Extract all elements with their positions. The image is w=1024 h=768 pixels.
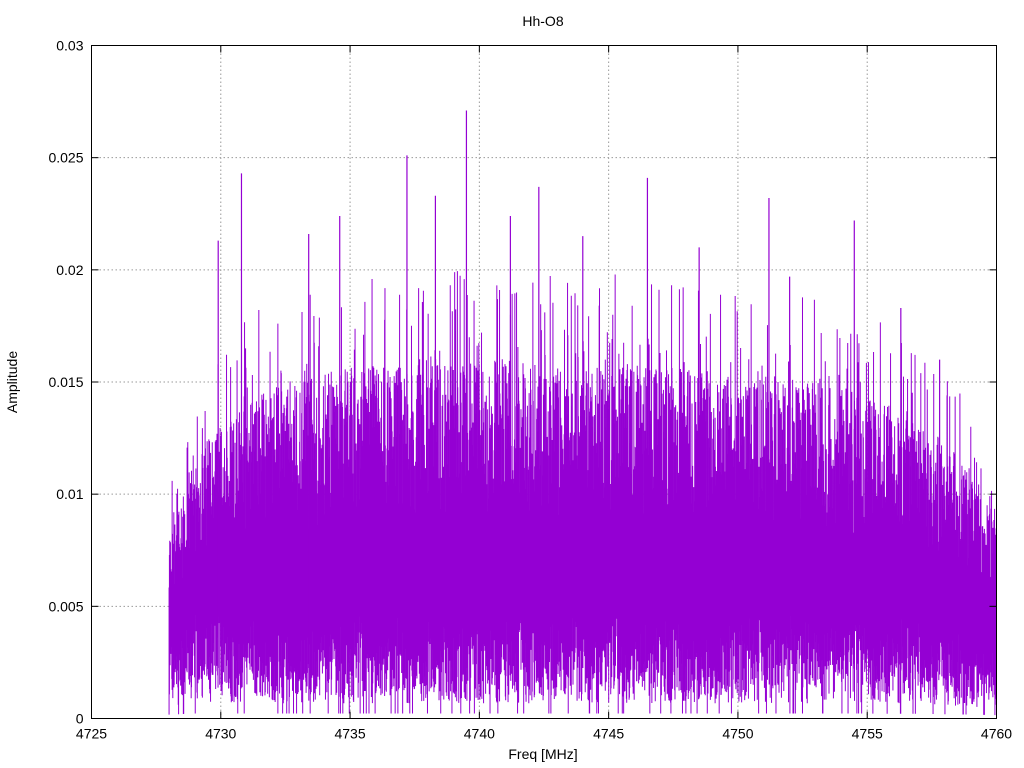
y-tick-label: 0.015	[48, 374, 83, 390]
x-tick-label: 4735	[334, 726, 365, 742]
chart-title: Hh-O8	[522, 13, 563, 29]
x-tick-label: 4750	[722, 726, 753, 742]
y-tick-label: 0.02	[56, 262, 83, 278]
y-tick-label: 0.03	[56, 38, 83, 54]
x-axis-label: Freq [MHz]	[508, 746, 577, 762]
x-tick-label: 4725	[76, 726, 107, 742]
plot-area	[168, 110, 997, 716]
y-tick-label: 0.025	[48, 150, 83, 166]
spectrum-chart: Hh-O8 4725 4730 4735 4740 4745 4750 4755 4760 0 0…	[4, 13, 1012, 762]
x-tick-label: 4755	[852, 726, 883, 742]
x-tick-label: 4760	[981, 726, 1012, 742]
x-tick-label: 4740	[464, 726, 495, 742]
y-axis-label: Amplitude	[4, 351, 20, 413]
y-tick-label: 0	[76, 711, 84, 727]
x-tick-label: 4745	[593, 726, 624, 742]
y-tick-label: 0.01	[56, 486, 83, 502]
x-tick-label: 4730	[205, 726, 236, 742]
y-tick-label: 0.005	[48, 598, 83, 614]
